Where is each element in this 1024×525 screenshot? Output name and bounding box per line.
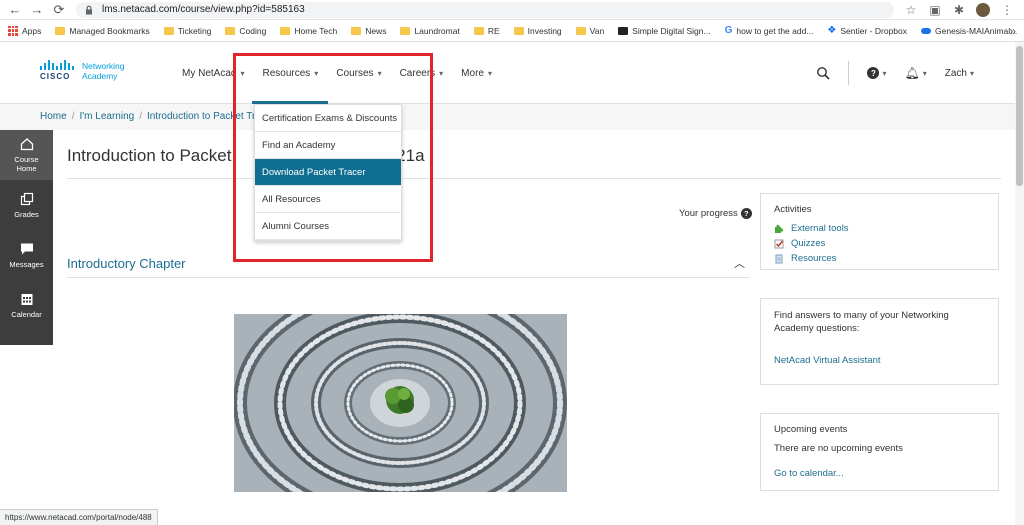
progress-indicator: Your progress ?	[679, 208, 752, 219]
divider	[67, 277, 750, 278]
divider	[67, 178, 1001, 179]
url-text: lms.netacad.com/course/view.php?id=58516…	[102, 4, 305, 15]
faq-block: Find answers to many of your Networking …	[760, 298, 999, 385]
chevron-down-icon: ▾	[487, 68, 492, 78]
chevron-down-icon: ▾	[969, 68, 974, 78]
course-hero-image	[234, 314, 567, 492]
quiz-icon	[774, 239, 784, 248]
breadcrumb-home[interactable]: Home	[40, 111, 67, 122]
lock-icon	[86, 5, 92, 14]
breadcrumb-learning[interactable]: I'm Learning	[79, 111, 134, 122]
go-to-calendar-link[interactable]: Go to calendar...	[774, 468, 985, 479]
bookmark-folder[interactable]: Home Tech	[280, 26, 337, 36]
bookmark-apps[interactable]: Apps	[8, 25, 41, 36]
faq-text: Find answers to many of your Networking …	[774, 310, 949, 334]
calendar-icon	[21, 293, 32, 305]
star-icon[interactable]: ☆	[904, 3, 918, 17]
virtual-assistant-link[interactable]: NetAcad Virtual Assistant	[774, 355, 985, 366]
folder-icon	[400, 26, 411, 35]
reload-icon[interactable]: ⟳	[50, 1, 68, 19]
activity-external-tools[interactable]: External tools	[774, 223, 985, 234]
cisco-logo[interactable]: CISCO Networking Academy	[40, 60, 125, 81]
chevron-up-icon[interactable]: ︿	[734, 255, 745, 271]
site-header: CISCO Networking Academy My NetAcad ▾ Res…	[0, 42, 1024, 104]
sign-icon	[618, 26, 629, 35]
sidebar-item-course-home[interactable]: Course Home	[0, 130, 53, 180]
bookmark-folder[interactable]: Ticketing	[163, 26, 211, 36]
bell-icon[interactable]: 🔔︎	[905, 66, 920, 80]
status-bar-url: https://www.netacad.com/portal/node/488	[0, 509, 158, 525]
bookmark-folder[interactable]: Managed Bookmarks	[55, 26, 150, 36]
spiral-staircase-image	[234, 314, 567, 492]
chevron-down-icon: ▾	[439, 68, 444, 78]
block-title: Activities	[774, 204, 812, 215]
header-actions: ? ▾ 🔔︎ ▾ Zach ▾	[816, 42, 974, 104]
folder-icon	[55, 26, 66, 35]
events-empty-text: There are no upcoming events	[774, 443, 903, 454]
bookmarks-overflow-button[interactable]: »	[1009, 24, 1016, 38]
folder-icon	[225, 26, 236, 35]
sidebar-item-messages[interactable]: Messages	[0, 230, 53, 280]
back-icon[interactable]: ←	[6, 1, 24, 19]
bookmark-folder[interactable]: RE	[473, 26, 500, 36]
cloud-icon	[921, 27, 931, 34]
chevron-down-icon: ▾	[882, 68, 887, 78]
apps-grid-icon	[8, 25, 18, 36]
bookmark-folder[interactable]: Investing	[513, 26, 562, 36]
folder-icon	[513, 26, 524, 35]
scrollbar-thumb[interactable]	[1016, 46, 1023, 186]
profile-avatar[interactable]	[976, 2, 990, 17]
folder-icon	[473, 26, 484, 35]
activity-quizzes[interactable]: Quizzes	[774, 238, 985, 249]
grades-icon	[20, 192, 33, 205]
activities-block: Activities External tools Quizzes Resour…	[760, 193, 999, 270]
logo-wordmark: CISCO	[40, 72, 71, 81]
chevron-down-icon: ▾	[922, 68, 927, 78]
bookmark-folder[interactable]: Laundromat	[400, 26, 460, 36]
activity-resources[interactable]: Resources	[774, 253, 985, 264]
puzzle-icon[interactable]: ✱	[952, 3, 966, 17]
help-icon[interactable]: ?	[740, 208, 752, 219]
browser-toolbar: ← → ⟳ lms.netacad.com/course/view.php?id…	[0, 0, 1024, 20]
highlight-annotation-box	[233, 53, 433, 262]
bookmark-folder[interactable]: News	[351, 26, 386, 36]
bookmark-link[interactable]: Genesis-MAIAnimal...	[921, 26, 1017, 36]
extension-icon[interactable]: ▣	[928, 3, 942, 17]
logo-subtitle-2: Academy	[82, 70, 118, 81]
block-title: Upcoming events	[774, 424, 848, 435]
dropbox-icon: ❖	[827, 25, 837, 36]
bookmark-link[interactable]: Ghow to get the add...	[725, 25, 814, 36]
google-icon: G	[724, 25, 733, 36]
search-icon[interactable]	[816, 66, 831, 80]
folder-icon	[280, 26, 291, 35]
bookmark-folder[interactable]: Van	[575, 26, 604, 36]
bookmark-folder[interactable]: Coding	[225, 26, 266, 36]
sidebar-item-grades[interactable]: Grades	[0, 180, 53, 230]
user-menu[interactable]: Zach	[945, 68, 967, 79]
folder-icon	[163, 26, 174, 35]
puzzle-icon	[775, 224, 784, 233]
folder-icon	[351, 26, 362, 35]
upcoming-events-block: Upcoming events There are no upcoming ev…	[760, 413, 999, 491]
bookmark-link[interactable]: ❖ Sentier - Dropbox	[827, 25, 907, 36]
nav-more[interactable]: More ▾	[461, 42, 492, 104]
message-icon	[20, 243, 33, 254]
bookmarks-bar: Apps Managed Bookmarks Ticketing Coding …	[0, 20, 1024, 42]
course-sidebar: Course Home Grades Messages Calendar	[0, 130, 53, 345]
address-bar[interactable]: lms.netacad.com/course/view.php?id=58516…	[76, 1, 894, 18]
forward-icon[interactable]: →	[28, 1, 46, 19]
sidebar-item-calendar[interactable]: Calendar	[0, 280, 53, 330]
divider	[848, 61, 850, 85]
home-icon	[20, 138, 33, 151]
help-icon[interactable]: ?	[867, 67, 880, 79]
section-title[interactable]: Introductory Chapter	[67, 256, 186, 271]
logo-subtitle-1: Networking	[82, 60, 125, 71]
bookmark-link[interactable]: Simple Digital Sign...	[618, 26, 711, 36]
cisco-bars-icon	[40, 60, 74, 70]
folder-icon	[575, 26, 586, 35]
document-icon	[775, 254, 783, 263]
page-scrollbar[interactable]	[1015, 42, 1024, 525]
menu-icon[interactable]: ⋮	[1000, 3, 1014, 17]
